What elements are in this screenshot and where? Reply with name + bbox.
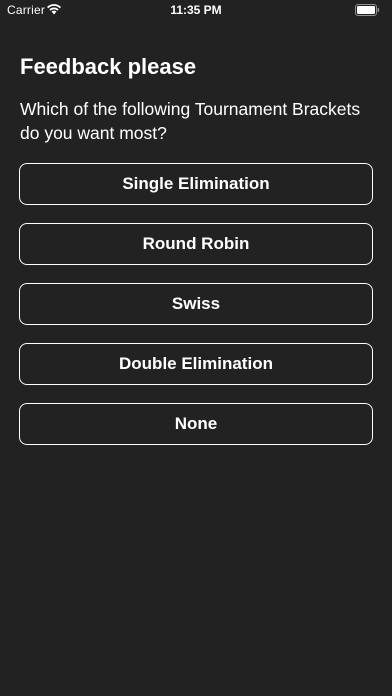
battery-icon — [355, 4, 380, 16]
option-double-elimination-button[interactable]: Double Elimination — [19, 343, 373, 385]
status-time: 11:35 PM — [170, 3, 222, 17]
option-round-robin-button[interactable]: Round Robin — [19, 223, 373, 265]
status-bar: Carrier 11:35 PM — [0, 0, 392, 20]
option-none-button[interactable]: None — [19, 403, 373, 445]
option-list: Single Elimination Round Robin Swiss Dou… — [19, 163, 373, 463]
page-title: Feedback please — [20, 54, 197, 79]
option-single-elimination-button[interactable]: Single Elimination — [19, 163, 373, 205]
option-swiss-button[interactable]: Swiss — [19, 283, 373, 325]
survey-question: Which of the following Tournament Bracke… — [20, 99, 361, 143]
